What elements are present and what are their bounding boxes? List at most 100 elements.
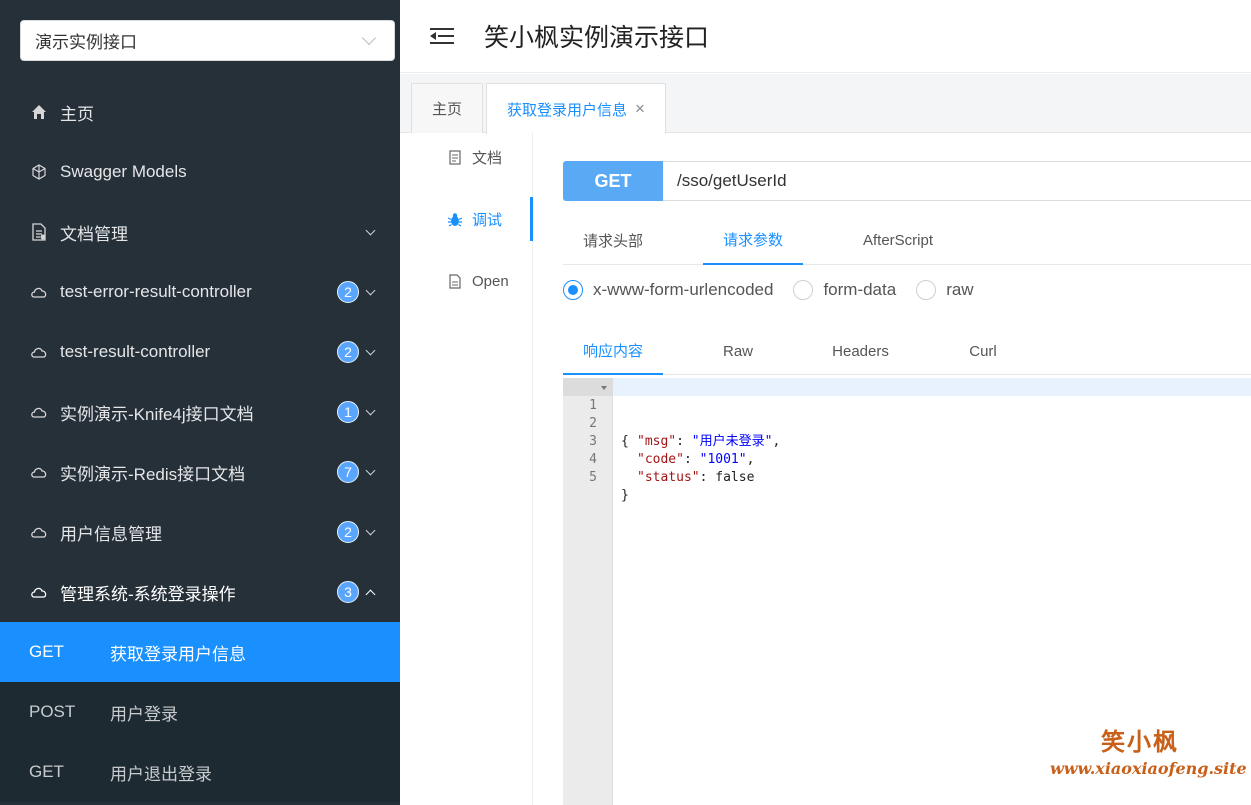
cloud-icon: [30, 283, 48, 301]
sidebar-item-redis-docs[interactable]: 实例演示-Redis接口文档 7: [0, 442, 400, 502]
menu-toggle-icon[interactable]: [430, 26, 454, 46]
radio-circle: [563, 280, 583, 300]
param-tabs: 请求头部 请求参数 AfterScript: [563, 215, 1251, 265]
code-text: "msg": "用户未登录",: [637, 434, 781, 449]
doc-nav: 文档 调试 Open: [400, 133, 533, 805]
chevron-down-icon: [365, 465, 376, 475]
fold-arrow-icon[interactable]: [601, 386, 607, 390]
sidebar-item-label: 文档管理: [60, 224, 128, 244]
sidebar-submenu: GET 获取登录用户信息 POST 用户登录 GET 用户退出登录: [0, 622, 400, 802]
models-icon: [30, 163, 48, 181]
api-item-label: 用户登录: [110, 704, 178, 724]
group-select[interactable]: 演示实例接口: [20, 20, 395, 61]
sidebar-item-user-info[interactable]: 用户信息管理 2: [0, 502, 400, 562]
http-method: GET: [29, 642, 64, 661]
api-item-label: 用户退出登录: [110, 764, 212, 784]
count-badge: 2: [337, 281, 359, 303]
body-type-radios: x-www-form-urlencoded form-data raw: [563, 278, 994, 302]
radio-label: form-data: [823, 280, 897, 299]
count-badge: 2: [337, 341, 359, 363]
radio-form-data[interactable]: form-data: [793, 280, 896, 300]
http-method-button[interactable]: GET: [563, 161, 663, 201]
sidebar-item-system-login[interactable]: 管理系统-系统登录操作 3: [0, 562, 400, 622]
home-icon: [30, 103, 48, 121]
code-line: 1 {: [563, 379, 629, 449]
code-line: 4 "status": false: [563, 433, 754, 485]
tab-response-headers[interactable]: Headers: [818, 327, 903, 375]
count-badge: 3: [337, 581, 359, 603]
json-comma: ,: [772, 434, 781, 449]
doc-nav-label: 文档: [472, 149, 503, 167]
chevron-up-icon: [365, 589, 376, 599]
cloud-icon: [30, 403, 48, 421]
tab-bar: 主页 获取登录用户信息 ×: [400, 74, 1251, 134]
sidebar-item-label: Swagger Models: [60, 162, 187, 181]
cloud-icon: [30, 463, 48, 481]
active-line-highlight: [563, 378, 1251, 396]
close-icon[interactable]: ×: [635, 99, 645, 119]
sidebar-item-label: 主页: [60, 104, 94, 124]
code-line: 3 "code": "1001",: [563, 415, 754, 467]
doc-manage-icon: [30, 223, 48, 241]
request-url-row: GET /sso/getUserId: [563, 161, 1251, 201]
json-key: "code": [637, 452, 684, 467]
sidebar-item-label: test-result-controller: [60, 342, 211, 361]
chevron-down-icon: [365, 345, 376, 355]
tab-afterscript[interactable]: AfterScript: [848, 215, 948, 265]
sidebar-item-home[interactable]: 主页: [0, 82, 400, 142]
tab-response-raw[interactable]: Raw: [703, 327, 773, 375]
code-text: "status": false: [637, 470, 755, 485]
doc-nav-debug[interactable]: 调试: [400, 197, 533, 241]
code-line: 2 "msg": "用户未登录",: [563, 397, 780, 449]
tab-request-headers[interactable]: 请求头部: [563, 215, 663, 265]
api-item-user-logout[interactable]: GET 用户退出登录: [0, 742, 400, 802]
code-text: }: [621, 488, 629, 503]
tab-response-content[interactable]: 响应内容: [563, 327, 663, 375]
chevron-down-icon: [365, 405, 376, 415]
radio-circle: [793, 280, 814, 300]
count-badge: 7: [337, 461, 359, 483]
api-item-get-login-user[interactable]: GET 获取登录用户信息: [0, 622, 400, 682]
cloud-icon: [30, 523, 48, 541]
radio-label: raw: [946, 280, 974, 299]
json-value: false: [715, 470, 755, 485]
doc-nav-document[interactable]: 文档: [400, 135, 533, 179]
http-method: POST: [29, 702, 76, 721]
tab-get-login-user[interactable]: 获取登录用户信息 ×: [486, 83, 666, 134]
sidebar-item-label: 实例演示-Redis接口文档: [60, 464, 246, 484]
code-line: 5 }: [563, 451, 629, 503]
document-icon: [448, 149, 462, 165]
radio-raw[interactable]: raw: [916, 280, 974, 300]
cloud-icon: [30, 583, 48, 601]
app-root: 演示实例接口 主页 Swagger Models 文档管理 test-error…: [0, 0, 1251, 805]
page-title: 笑小枫实例演示接口: [484, 24, 710, 52]
tab-label: 主页: [432, 101, 463, 118]
doc-nav-open[interactable]: Open: [400, 259, 533, 303]
doc-nav-label: Open: [472, 272, 509, 290]
sidebar-item-label: test-error-result-controller: [60, 282, 252, 301]
sidebar-item-swagger-models[interactable]: Swagger Models: [0, 142, 400, 202]
tab-response-curl[interactable]: Curl: [948, 327, 1018, 375]
api-item-user-login[interactable]: POST 用户登录: [0, 682, 400, 742]
group-select-value: 演示实例接口: [35, 33, 137, 52]
json-comma: ,: [746, 452, 755, 467]
count-badge: 2: [337, 521, 359, 543]
chevron-down-icon: [365, 525, 376, 535]
radio-urlencoded[interactable]: x-www-form-urlencoded: [563, 280, 773, 300]
tab-request-params[interactable]: 请求参数: [703, 215, 803, 265]
radio-label: x-www-form-urlencoded: [593, 280, 774, 299]
json-key: "status": [637, 470, 700, 485]
sidebar-item-knife4j-docs[interactable]: 实例演示-Knife4j接口文档 1: [0, 382, 400, 442]
response-tabs: 响应内容 Raw Headers Curl: [563, 327, 1251, 375]
sidebar-item-test-result-controller[interactable]: test-result-controller 2: [0, 322, 400, 382]
bug-icon: [448, 211, 462, 227]
count-badge: 1: [337, 401, 359, 423]
sidebar-item-doc-manage[interactable]: 文档管理: [0, 202, 400, 262]
sidebar-item-label: 用户信息管理: [60, 524, 162, 544]
sidebar-menu: 主页 Swagger Models 文档管理 test-error-result…: [0, 82, 400, 802]
radio-circle: [916, 280, 937, 300]
url-input[interactable]: /sso/getUserId: [663, 161, 1251, 201]
sidebar: 演示实例接口 主页 Swagger Models 文档管理 test-error…: [0, 0, 400, 805]
sidebar-item-test-error-result-controller[interactable]: test-error-result-controller 2: [0, 262, 400, 322]
tab-home[interactable]: 主页: [411, 83, 484, 133]
